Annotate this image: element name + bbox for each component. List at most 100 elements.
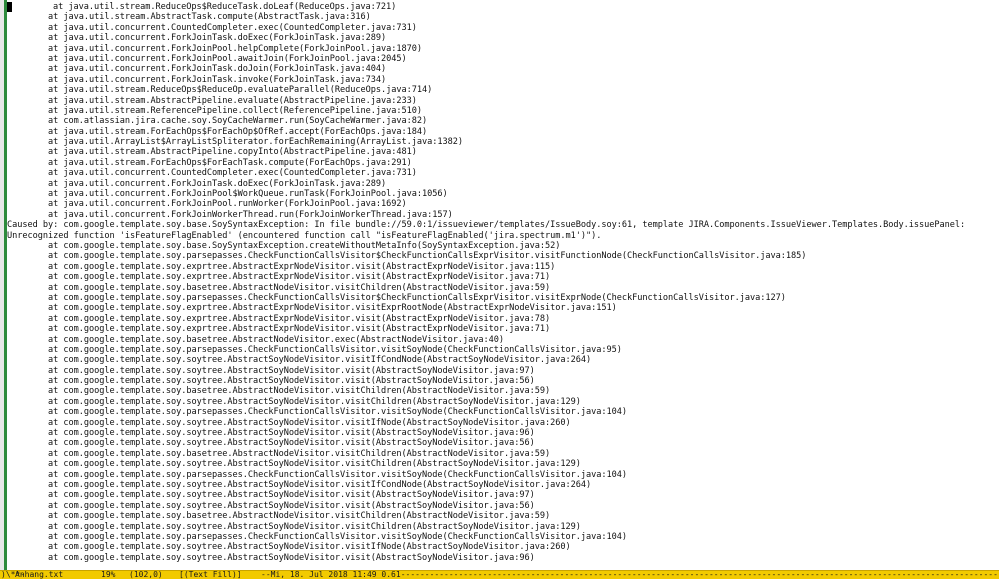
- modeline-status: )\**-: [1, 570, 26, 579]
- text-line: Caused by: com.google.template.soy.base.…: [7, 220, 999, 230]
- text-line: at com.google.template.soy.basetree.Abst…: [7, 449, 999, 459]
- text-line: at com.google.template.soy.parsepasses.C…: [7, 470, 999, 480]
- text-line: at com.google.template.soy.soytree.Abstr…: [7, 490, 999, 500]
- text-line-content: at com.google.template.soy.soytree.Abstr…: [7, 355, 592, 366]
- text-line: at java.util.stream.ReduceOps$ReduceOp.e…: [7, 85, 999, 95]
- text-line-content: Unrecognized function 'isFeatureFlagEnab…: [7, 230, 602, 241]
- modeline-datetime: --Mi, 18. Jul 2018 11:49 0.61: [261, 570, 401, 579]
- text-line-content: at com.google.template.soy.exprtree.Abst…: [7, 324, 551, 335]
- text-line-content: at com.google.template.soy.soytree.Abstr…: [7, 542, 571, 553]
- text-line: at java.util.ArrayList$ArrayListSplitera…: [7, 137, 999, 147]
- text-line: at com.google.template.soy.basetree.Abst…: [7, 335, 999, 345]
- text-line: at java.util.concurrent.ForkJoinTask.doE…: [7, 33, 999, 43]
- text-line: at java.util.stream.AbstractPipeline.cop…: [7, 147, 999, 157]
- editor-window[interactable]: at java.util.stream.ReduceOps$ReduceTask…: [0, 0, 999, 570]
- text-line: at com.google.template.soy.soytree.Abstr…: [7, 366, 999, 376]
- text-line-content: at com.google.template.soy.soytree.Abstr…: [7, 500, 535, 511]
- text-line-content: at java.util.stream.ForEachOps$ForEachTa…: [7, 157, 412, 168]
- text-line: at java.util.stream.ForEachOps$ForEachTa…: [7, 158, 999, 168]
- text-line-content: at java.util.concurrent.ForkJoinWorkerTh…: [7, 209, 453, 220]
- text-line: at java.util.concurrent.ForkJoinWorkerTh…: [7, 210, 999, 220]
- text-line-content: at com.google.template.soy.parsepasses.C…: [7, 469, 627, 480]
- text-line: at com.google.template.soy.soytree.Abstr…: [7, 542, 999, 552]
- text-line: at java.util.stream.AbstractTask.compute…: [7, 12, 999, 22]
- text-line-content: at java.util.stream.AbstractPipeline.cop…: [7, 147, 417, 158]
- text-line-content: at com.google.template.soy.soytree.Abstr…: [7, 521, 581, 532]
- text-line-content: Caused by: com.google.template.soy.base.…: [7, 220, 966, 231]
- text-line: at com.google.template.soy.soytree.Abstr…: [7, 501, 999, 511]
- text-line-content: at java.util.stream.ForEachOps$ForEachOp…: [7, 126, 428, 137]
- text-line-content: at com.google.template.soy.soytree.Abstr…: [7, 376, 535, 387]
- text-line-content: at com.google.template.soy.exprtree.Abst…: [7, 272, 551, 283]
- text-line: at com.google.template.soy.exprtree.Abst…: [7, 272, 999, 282]
- text-line: at java.util.concurrent.ForkJoinPool.awa…: [7, 54, 999, 64]
- text-line-content: at com.google.template.soy.exprtree.Abst…: [7, 261, 556, 272]
- text-line: at com.google.template.soy.soytree.Abstr…: [7, 355, 999, 365]
- text-line: at java.util.concurrent.ForkJoinTask.doE…: [7, 179, 999, 189]
- text-line: at com.google.template.soy.basetree.Abst…: [7, 511, 999, 521]
- mode-line: )\**-Anhang.txt 19% (102,0) [(Text Fill)] --…: [0, 570, 999, 579]
- text-line-content: at com.google.template.soy.soytree.Abstr…: [7, 490, 535, 501]
- text-line: at com.google.template.soy.soytree.Abstr…: [7, 522, 999, 532]
- text-line: at com.google.template.soy.soytree.Abstr…: [7, 397, 999, 407]
- text-line-content: at com.google.template.soy.soytree.Abstr…: [7, 417, 571, 428]
- buffer-text-area[interactable]: at java.util.stream.ReduceOps$ReduceTask…: [7, 2, 999, 570]
- text-line-content: at com.google.template.soy.soytree.Abstr…: [7, 428, 535, 439]
- text-line-content: at com.google.template.soy.parsepasses.C…: [7, 251, 807, 262]
- text-line-content: at java.util.concurrent.ForkJoinPool.awa…: [7, 53, 407, 64]
- text-line-content: at java.util.concurrent.ForkJoinPool$Wor…: [7, 189, 448, 200]
- text-line-content: at com.google.template.soy.basetree.Abst…: [7, 511, 551, 522]
- text-line: at com.google.template.soy.basetree.Abst…: [7, 386, 999, 396]
- text-line: at com.google.template.soy.parsepasses.C…: [7, 407, 999, 417]
- modeline-position: (102,0): [129, 570, 163, 579]
- text-line-content: at com.atlassian.jira.cache.soy.SoyCache…: [7, 116, 428, 127]
- text-line-content: at java.util.stream.ReduceOps$ReduceOp.e…: [7, 85, 433, 96]
- text-line: at com.google.template.soy.exprtree.Abst…: [7, 314, 999, 324]
- modeline-mode[interactable]: [(Text Fill)]: [179, 571, 261, 579]
- text-line-content: at java.util.stream.AbstractTask.compute…: [7, 12, 371, 23]
- text-line-content: at com.google.template.soy.soytree.Abstr…: [7, 396, 581, 407]
- text-line: at com.google.template.soy.exprtree.Abst…: [7, 303, 999, 313]
- text-line-content: at com.google.template.soy.soytree.Abstr…: [7, 479, 592, 490]
- modeline-filler: ----------------------------------------…: [400, 570, 999, 579]
- text-line-content: at com.google.template.soy.parsepasses.C…: [7, 344, 622, 355]
- text-line-content: at java.util.concurrent.ForkJoinTask.doJ…: [7, 64, 387, 75]
- text-line-content: at com.google.template.soy.basetree.Abst…: [7, 386, 551, 397]
- text-line: at com.google.template.soy.soytree.Abstr…: [7, 438, 999, 448]
- text-line-content: at com.google.template.soy.base.SoySynta…: [7, 240, 561, 251]
- text-line-content: at com.google.template.soy.parsepasses.C…: [7, 407, 627, 418]
- text-line: at com.google.template.soy.exprtree.Abst…: [7, 262, 999, 272]
- text-line-content: at java.util.concurrent.ForkJoinTask.doE…: [7, 33, 387, 44]
- text-line: at com.google.template.soy.base.SoySynta…: [7, 241, 999, 251]
- text-line: at java.util.concurrent.ForkJoinPool$Wor…: [7, 189, 999, 199]
- text-line: at java.util.stream.ReferencePipeline.co…: [7, 106, 999, 116]
- text-line: at com.google.template.soy.parsepasses.C…: [7, 293, 999, 303]
- text-line: at com.atlassian.jira.cache.soy.SoyCache…: [7, 116, 999, 126]
- text-line-content: at com.google.template.soy.exprtree.Abst…: [7, 313, 551, 324]
- text-line-content: at java.util.stream.AbstractPipeline.eva…: [7, 95, 417, 106]
- text-line: at com.google.template.soy.soytree.Abstr…: [7, 428, 999, 438]
- text-line: at com.google.template.soy.basetree.Abst…: [7, 283, 999, 293]
- text-line: at java.util.stream.AbstractPipeline.eva…: [7, 96, 999, 106]
- text-line: at java.util.stream.ForEachOps$ForEachOp…: [7, 127, 999, 137]
- text-line-content: at com.google.template.soy.soytree.Abstr…: [7, 438, 535, 449]
- modeline-buffer-name[interactable]: Anhang.txt: [15, 571, 101, 579]
- modeline-percent: 19%: [101, 570, 116, 579]
- text-line: at com.google.template.soy.parsepasses.C…: [7, 251, 999, 261]
- text-line-content: at java.util.ArrayList$ArrayListSplitera…: [7, 137, 464, 148]
- text-line: at java.util.concurrent.CountedCompleter…: [7, 23, 999, 33]
- text-line: at com.google.template.soy.parsepasses.C…: [7, 532, 999, 542]
- text-line: at com.google.template.soy.soytree.Abstr…: [7, 480, 999, 490]
- text-line: at java.util.stream.ReduceOps$ReduceTask…: [7, 2, 999, 12]
- text-line-content: at java.util.concurrent.CountedCompleter…: [7, 22, 417, 33]
- text-line-content: at java.util.concurrent.ForkJoinPool.hel…: [7, 43, 423, 54]
- text-line: at com.google.template.soy.soytree.Abstr…: [7, 459, 999, 469]
- text-line-content: at java.util.concurrent.ForkJoinPool.run…: [7, 199, 407, 210]
- text-line: at com.google.template.soy.soytree.Abstr…: [7, 553, 999, 563]
- text-line-content: at java.util.concurrent.ForkJoinTask.inv…: [7, 74, 387, 85]
- text-line-content: at com.google.template.soy.soytree.Abstr…: [7, 552, 535, 563]
- text-line-content: at java.util.stream.ReduceOps$ReduceTask…: [12, 2, 397, 12]
- text-line: at com.google.template.soy.soytree.Abstr…: [7, 418, 999, 428]
- text-line-content: at java.util.concurrent.CountedCompleter…: [7, 168, 417, 179]
- text-line-content: at java.util.concurrent.ForkJoinTask.doE…: [7, 178, 387, 189]
